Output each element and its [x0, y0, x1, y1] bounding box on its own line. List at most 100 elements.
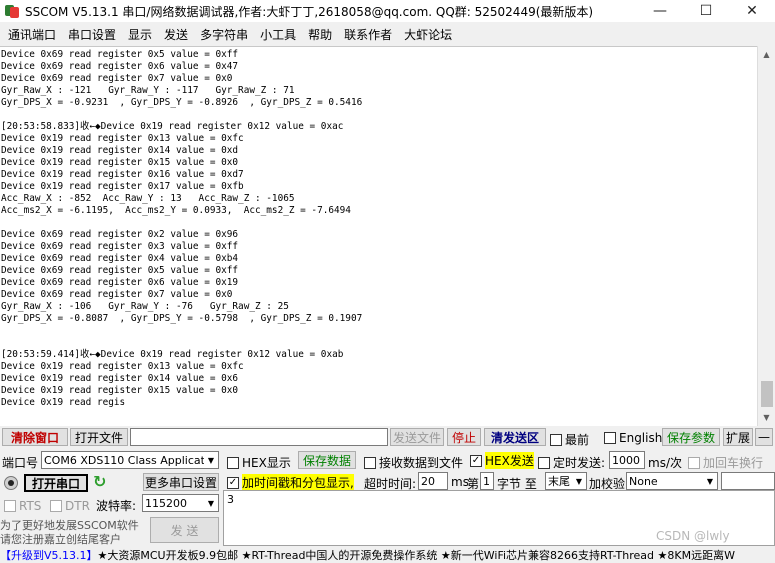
topmost-label: 最前	[565, 433, 590, 447]
receive-line: Device 0x19 read register 0x13 value = 0…	[1, 361, 244, 372]
english-checkbox[interactable]	[604, 432, 616, 444]
receive-lines: Device 0x69 read register 0x5 value = 0x…	[0, 47, 757, 409]
dtr-checkbox[interactable]	[50, 500, 62, 512]
menu-tools[interactable]: 小工具	[254, 26, 302, 43]
scroll-down-icon[interactable]: ▼	[758, 409, 775, 426]
expand-button[interactable]: 扩展	[723, 428, 753, 446]
receive-line: Gyr_DPS_X = -0.8087 , Gyr_DPS_Y = -0.579…	[1, 313, 363, 324]
receive-line: Device 0x69 read register 0x7 value = 0x…	[1, 289, 233, 300]
hex-send-label: HEX发送	[485, 452, 534, 469]
receive-line: Gyr_Raw_X : -121 Gyr_Raw_Y : -117 Gyr_Ra…	[1, 85, 295, 96]
send-file-button[interactable]: 发送文件	[390, 428, 444, 446]
receive-line: Device 0x19 read register 0x17 value = 0…	[1, 181, 244, 192]
add-crlf-label: 加回车换行	[703, 456, 764, 470]
menu-contact[interactable]: 联系作者	[338, 26, 398, 43]
more-settings-button[interactable]: 更多串口设置	[143, 473, 219, 491]
dtr-label: DTR	[65, 499, 90, 513]
checksum-result-field	[721, 472, 775, 490]
receive-line: Gyr_Raw_X : -106 Gyr_Raw_Y : -76 Gyr_Raw…	[1, 301, 289, 312]
minimize-button[interactable]: —	[637, 0, 683, 22]
receive-line	[1, 337, 757, 349]
baud-value: 115200	[145, 496, 187, 510]
receive-line: Device 0x69 read register 0x6 value = 0x…	[1, 277, 239, 288]
file-path-input[interactable]	[130, 428, 388, 446]
save-data-button[interactable]: 保存数据	[298, 451, 356, 469]
receive-line	[1, 325, 757, 337]
send-button[interactable]: 发 送	[150, 517, 219, 543]
clear-window-button[interactable]: 清除窗口	[2, 428, 68, 446]
baud-select[interactable]: 115200 ▼	[142, 494, 219, 512]
timestamp-label: 加时间戳和分包显示,	[242, 474, 354, 491]
collapse-button[interactable]: —	[755, 428, 773, 446]
receive-text-area[interactable]: Device 0x69 read register 0x5 value = 0x…	[0, 46, 757, 426]
stop-button[interactable]: 停止	[447, 428, 481, 446]
recv-to-file-label: 接收数据到文件	[379, 456, 464, 470]
scroll-up-icon[interactable]: ▲	[758, 46, 775, 63]
timed-send-label: 定时发送:	[553, 456, 606, 470]
timeout-input[interactable]: 20	[418, 472, 448, 490]
refresh-icon[interactable]: ↻	[93, 472, 106, 491]
app-logo-icon	[5, 4, 19, 18]
add-crlf-checkbox[interactable]	[688, 456, 700, 469]
interval-input[interactable]: 1000	[609, 451, 645, 469]
upgrade-link[interactable]: 【升级到V5.13.1】	[0, 547, 98, 563]
watermark: CSDN @lwly	[656, 529, 730, 543]
scroll-thumb[interactable]	[761, 381, 773, 407]
timed-send-checkbox[interactable]	[538, 456, 550, 469]
chevron-down-icon: ▼	[204, 495, 218, 511]
port-label: 端口号	[2, 456, 39, 470]
end-value: 末尾	[548, 475, 570, 488]
ad-bar: 【升级到V5.13.1】 ★大资源MCU开发板9.9包邮 ★RT-Thread中…	[0, 547, 775, 563]
checksum-select[interactable]: None ▼	[626, 472, 718, 490]
save-params-button[interactable]: 保存参数	[662, 428, 720, 446]
title-bar: SSCOM V5.13.1 串口/网络数据调试器,作者:大虾丁丁,2618058…	[0, 0, 775, 22]
menu-port[interactable]: 通讯端口	[2, 26, 62, 43]
rts-checkbox[interactable]	[4, 500, 16, 512]
close-button[interactable]: ✕	[729, 0, 775, 22]
menu-serial-settings[interactable]: 串口设置	[62, 26, 122, 43]
receive-line	[1, 109, 757, 121]
receive-line: Device 0x19 read register 0x13 value = 0…	[1, 133, 244, 144]
receive-line: Device 0x19 read register 0x16 value = 0…	[1, 169, 244, 180]
hex-send-checkbox[interactable]: ✓	[470, 454, 482, 467]
chevron-down-icon: ▼	[703, 473, 717, 489]
receive-line: [20:53:58.833]收←◆Device 0x19 read regist…	[1, 121, 344, 132]
menu-send[interactable]: 发送	[158, 26, 194, 43]
receive-line: Device 0x19 read register 0x15 value = 0…	[1, 385, 239, 396]
menu-forum[interactable]: 大虾论坛	[398, 26, 458, 43]
receive-line: Device 0x19 read register 0x14 value = 0…	[1, 145, 239, 156]
window-title: SSCOM V5.13.1 串口/网络数据调试器,作者:大虾丁丁,2618058…	[25, 4, 594, 19]
port-value: COM6 XDS110 Class Applicat	[44, 453, 205, 467]
menu-help[interactable]: 帮助	[302, 26, 338, 43]
open-file-button[interactable]: 打开文件	[70, 428, 128, 446]
rts-label: RTS	[19, 499, 42, 513]
interval-unit: ms/次	[648, 456, 682, 470]
maximize-button[interactable]: ☐	[683, 0, 729, 22]
promo-line-2: 请您注册嘉立创结尾客户	[0, 533, 121, 546]
menu-display[interactable]: 显示	[122, 26, 158, 43]
recv-to-file-checkbox[interactable]	[364, 456, 376, 469]
hex-display-checkbox[interactable]	[227, 456, 239, 469]
receive-line: Device 0x19 read register 0x15 value = 0…	[1, 157, 239, 168]
topmost-checkbox[interactable]	[550, 433, 562, 446]
receive-line: [20:53:59.414]收←◆Device 0x19 read regist…	[1, 349, 344, 360]
receive-line: Device 0x69 read register 0x5 value = 0x…	[1, 49, 239, 60]
receive-line: Device 0x69 read register 0x5 value = 0x…	[1, 265, 239, 276]
receive-scrollbar[interactable]: ▲ ▼	[757, 46, 775, 426]
port-select[interactable]: COM6 XDS110 Class Applicat ▼	[41, 451, 219, 469]
receive-line: Device 0x19 read register 0x14 value = 0…	[1, 373, 239, 384]
ad-text[interactable]: ★大资源MCU开发板9.9包邮 ★RT-Thread中国人的开源免费操作系统 ★…	[98, 547, 735, 563]
receive-line: Device 0x19 read regis	[1, 397, 126, 408]
end-select[interactable]: 末尾 ▼	[545, 472, 587, 490]
clear-send-button[interactable]: 清发送区	[484, 428, 546, 446]
receive-line: Device 0x69 read register 0x7 value = 0x…	[1, 73, 233, 84]
receive-line: Device 0x69 read register 0x6 value = 0x…	[1, 61, 239, 72]
port-status-icon	[4, 476, 18, 490]
receive-line: Gyr_DPS_X = -0.9231 , Gyr_DPS_Y = -0.892…	[1, 97, 363, 108]
nth-input[interactable]: 1	[480, 472, 494, 490]
checksum-value: None	[629, 474, 658, 488]
menu-multi-string[interactable]: 多字符串	[194, 26, 254, 43]
open-port-button[interactable]: 打开串口	[24, 474, 88, 492]
chevron-down-icon: ▼	[572, 473, 586, 489]
timestamp-checkbox[interactable]: ✓	[227, 476, 239, 489]
